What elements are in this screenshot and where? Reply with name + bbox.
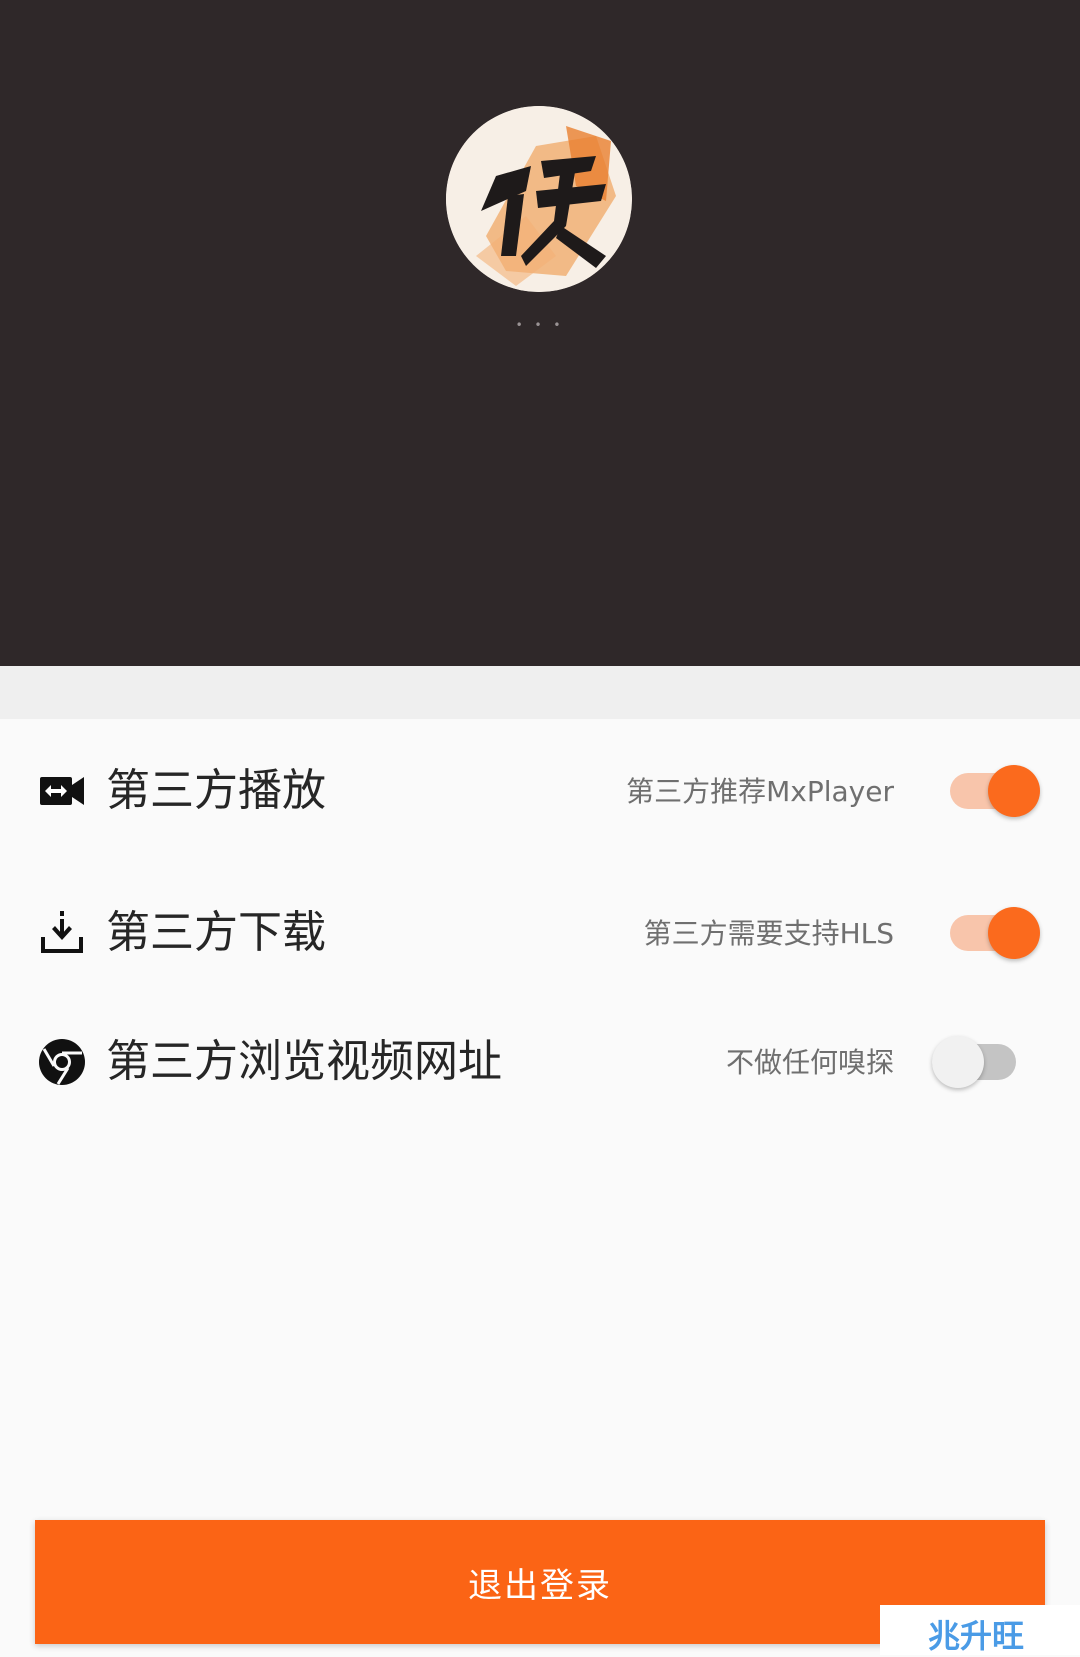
chrome-icon: [39, 1039, 85, 1085]
setting-hint: 第三方需要支持HLS: [643, 917, 894, 950]
profile-header: • • •: [0, 0, 1080, 666]
switch-knob: [988, 907, 1040, 959]
setting-label: 第三方下载: [106, 907, 326, 958]
toggle-switch[interactable]: [932, 1034, 1022, 1090]
toggle-switch[interactable]: [950, 905, 1040, 961]
watermark: 兆升旺: [880, 1605, 1080, 1655]
setting-label: 第三方播放: [106, 765, 326, 816]
setting-label: 第三方浏览视频网址: [106, 1036, 502, 1087]
setting-row-third-party-download[interactable]: 第三方下载 第三方需要支持HLS: [0, 878, 1080, 988]
setting-hint: 不做任何嗅探: [725, 1046, 894, 1079]
download-icon: [41, 911, 83, 953]
switch-knob: [988, 765, 1040, 817]
video-switch-icon: [40, 777, 84, 805]
toggle-switch[interactable]: [950, 763, 1040, 819]
switch-knob: [932, 1036, 984, 1088]
setting-hint: 第三方推荐MxPlayer: [626, 775, 894, 808]
avatar[interactable]: [446, 106, 632, 292]
setting-row-third-party-browse[interactable]: 第三方浏览视频网址 不做任何嗅探: [0, 1007, 1080, 1117]
setting-row-third-party-play[interactable]: 第三方播放 第三方推荐MxPlayer: [0, 736, 1080, 846]
section-divider: [0, 666, 1080, 719]
watermark-text: 兆升旺: [928, 1617, 1025, 1655]
username: • • •: [515, 318, 565, 332]
